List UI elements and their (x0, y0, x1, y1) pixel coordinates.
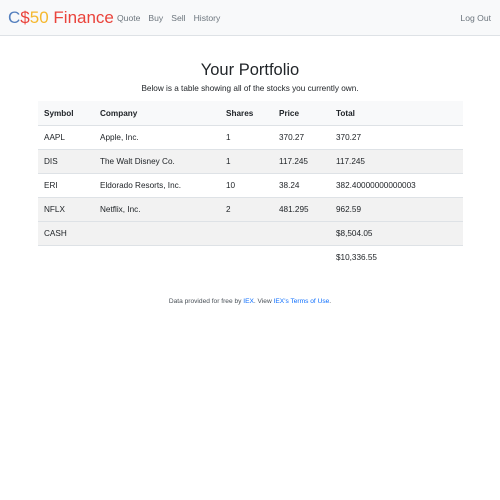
brand-c: C (8, 8, 21, 27)
brand-fifty: 50 (29, 8, 49, 27)
cell-shares: 1 (226, 157, 231, 166)
table-row-cash: CASH $8,504.05 (38, 221, 463, 246)
header-company: Company (94, 101, 220, 126)
logout-link[interactable]: Log Out (460, 13, 491, 24)
header-shares: Shares (220, 101, 273, 126)
cell-company: Eldorado Resorts, Inc. (100, 181, 182, 190)
cell-price: 370.27 (279, 133, 305, 142)
nav-link-quote[interactable]: Quote (117, 13, 140, 24)
nav-link-history[interactable]: History (194, 13, 221, 24)
header-symbol: Symbol (38, 101, 94, 126)
cell-symbol: ERI (44, 181, 58, 190)
table-row: NFLX Netflix, Inc. 2 481.295 962.59 (38, 197, 463, 222)
cell-price: 481.295 (279, 205, 309, 214)
footer-attribution: Data provided for free by IEX. View IEX'… (0, 297, 500, 306)
cell-total: 117.245 (336, 157, 365, 166)
page-subtitle: Below is a table showing all of the stoc… (141, 84, 359, 93)
portfolio-table: Symbol Company Shares Price Total AAPL A… (38, 101, 463, 269)
cell-symbol: DIS (44, 157, 58, 166)
nav-link-sell[interactable]: Sell (171, 13, 185, 24)
footer-middle: . View (253, 298, 274, 305)
iex-terms-link[interactable]: IEX's Terms of Use (274, 298, 330, 305)
cell-company: Apple, Inc. (100, 133, 139, 142)
cell-total: 962.59 (336, 205, 362, 214)
cell-symbol: AAPL (44, 133, 65, 142)
grand-total: $10,336.55 (336, 253, 377, 262)
cell-price (273, 222, 330, 246)
table-footer-row: $10,336.55 (38, 246, 463, 270)
cell-company: Netflix, Inc. (100, 205, 141, 214)
cell-symbol: CASH (44, 229, 67, 238)
table-header-row: Symbol Company Shares Price Total (38, 101, 463, 126)
cell-company (94, 222, 220, 246)
footer-prefix: Data provided for free by (168, 298, 244, 305)
table-row: AAPL Apple, Inc. 1 370.27 370.27 (38, 126, 463, 150)
cell-total: $8,504.05 (336, 229, 373, 238)
brand-logo-link[interactable]: C$50 Finance (8, 8, 114, 28)
cell-company: The Walt Disney Co. (100, 157, 175, 166)
header-price: Price (273, 101, 330, 126)
header-total: Total (330, 101, 463, 126)
cell-shares: 1 (226, 133, 231, 142)
table-row: DIS The Walt Disney Co. 1 117.245 117.24… (38, 149, 463, 174)
cell-total: 382.40000000000003 (336, 181, 416, 190)
cell-price: 117.245 (279, 157, 308, 166)
cell-shares: 10 (226, 181, 236, 190)
table-row: ERI Eldorado Resorts, Inc. 10 38.24 382.… (38, 174, 463, 198)
cell-price: 38.24 (279, 181, 300, 190)
iex-link[interactable]: IEX (243, 298, 254, 305)
brand-dollar: $ (20, 8, 30, 27)
nav-links: Quote Buy Sell History (117, 13, 228, 24)
cell-total: 370.27 (336, 133, 362, 142)
page-title: Your Portfolio (200, 61, 300, 79)
cell-shares: 2 (226, 205, 231, 214)
cell-symbol: NFLX (44, 205, 65, 214)
brand-finance: Finance (53, 8, 114, 27)
nav-link-buy[interactable]: Buy (148, 13, 163, 24)
footer-suffix: . (329, 298, 332, 305)
cell-shares (220, 222, 273, 246)
navbar: C$50 Finance Quote Buy Sell History Log … (0, 0, 500, 36)
